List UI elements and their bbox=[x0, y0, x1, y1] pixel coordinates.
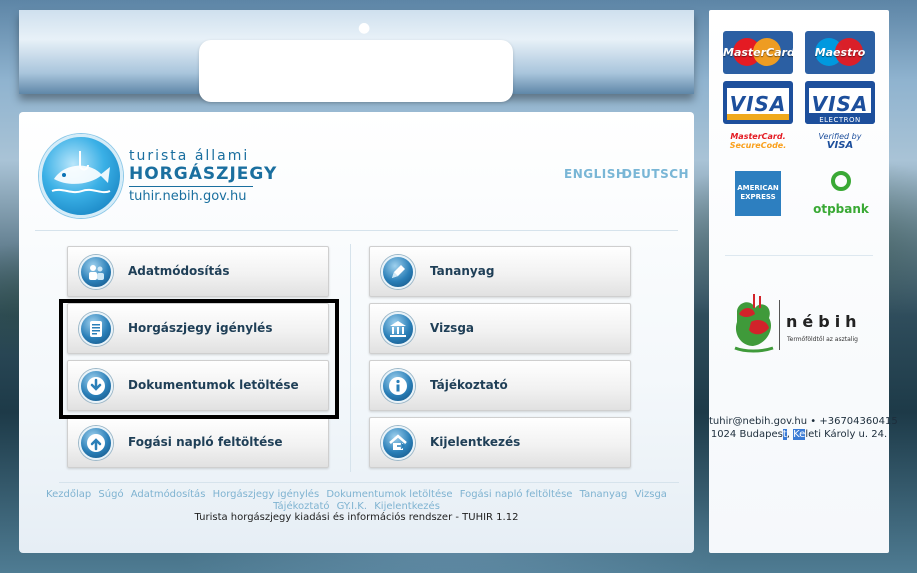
download-icon bbox=[79, 369, 113, 403]
lang-deutsch-link[interactable]: DEUTSCH bbox=[622, 167, 689, 181]
mastercard-securecode-logo: MasterCard. SecureCode. bbox=[723, 132, 793, 150]
verified-by-visa-logo: Verified by VISA bbox=[805, 132, 875, 151]
american-express-logo: AMERICAN EXPRESS bbox=[735, 171, 781, 216]
fish-logo-icon bbox=[39, 134, 123, 218]
footer-links: Kezdőlap Súgó Adatmódosítás Horgászjegy … bbox=[39, 489, 674, 513]
nebih-word: nébih bbox=[786, 312, 862, 331]
address-part-a: 1024 Budapes bbox=[710, 429, 783, 440]
footer-link-dokumentumok[interactable]: Dokumentumok letöltése bbox=[326, 489, 452, 500]
fogasi-naplo-feltoltese-button[interactable]: Fogási napló feltöltése bbox=[67, 417, 329, 468]
payment-sidebar: MasterCard Maestro VISA VISA ELECTRON Ma… bbox=[709, 10, 898, 553]
nebih-slogan: Termőföldtől az asztalig bbox=[787, 336, 858, 343]
visa-card-face: VISA bbox=[727, 88, 789, 120]
address-part-c: leti Károly u. 24. bbox=[805, 429, 888, 440]
adatmodositas-button[interactable]: Adatmódosítás bbox=[67, 246, 329, 297]
footer-link-gyik[interactable]: GY.I.K. bbox=[337, 501, 367, 512]
visa-gold-band bbox=[727, 114, 789, 120]
home-exit-icon bbox=[381, 426, 415, 460]
visa-electron-word: VISA bbox=[811, 92, 869, 116]
top-banner: ● bbox=[19, 10, 694, 102]
securecode-line1: MasterCard. bbox=[730, 132, 786, 141]
tananyag-button[interactable]: Tananyag bbox=[369, 246, 631, 297]
contact-address: 1024 Budapest, Keleti Károly u. 24. bbox=[709, 428, 889, 441]
verified-line2: VISA bbox=[826, 140, 854, 151]
nebih-logo: nébih Termőföldtől az asztalig bbox=[731, 292, 871, 362]
sidebar-divider bbox=[725, 255, 873, 256]
footer-link-vizsga[interactable]: Vizsga bbox=[635, 489, 667, 500]
upload-icon bbox=[79, 426, 113, 460]
column-divider bbox=[350, 244, 351, 472]
pin-icon: ● bbox=[358, 20, 371, 36]
amex-line1: AMERICAN bbox=[737, 184, 779, 192]
horgaszjegy-igenyles-label: Horgászjegy igénylés bbox=[128, 321, 273, 335]
document-icon bbox=[79, 312, 113, 346]
vizsga-label: Vizsga bbox=[430, 321, 475, 335]
maestro-logo: Maestro bbox=[805, 31, 875, 74]
tajekoztato-label: Tájékoztató bbox=[430, 378, 508, 392]
logo-rule bbox=[129, 186, 253, 187]
system-name: Turista horgászjegy kiadási és informáci… bbox=[194, 512, 519, 523]
nebih-separator bbox=[779, 300, 780, 350]
footer-link-fogasi-naplo[interactable]: Fogási napló feltöltése bbox=[460, 489, 573, 500]
horgaszjegy-igenyles-button[interactable]: Horgászjegy igénylés bbox=[67, 303, 329, 354]
footer-link-sugo[interactable]: Súgó bbox=[98, 489, 123, 500]
otp-mark-icon bbox=[831, 171, 851, 191]
tajekoztato-button[interactable]: Tájékoztató bbox=[369, 360, 631, 411]
footer-link-kezdolap[interactable]: Kezdőlap bbox=[46, 489, 91, 500]
kijelentkezes-label: Kijelentkezés bbox=[430, 435, 521, 449]
visa-word: VISA bbox=[729, 92, 787, 116]
header-divider bbox=[35, 230, 678, 231]
institution-icon bbox=[381, 312, 415, 346]
securecode-line2: SecureCode. bbox=[729, 141, 787, 150]
tananyag-label: Tananyag bbox=[430, 264, 495, 278]
dokumentumok-letoltese-button[interactable]: Dokumentumok letöltése bbox=[67, 360, 329, 411]
dokumentumok-letoltese-label: Dokumentumok letöltése bbox=[128, 378, 299, 392]
footer-link-tajekoztato[interactable]: Tájékoztató bbox=[273, 501, 329, 512]
kijelentkezes-button[interactable]: Kijelentkezés bbox=[369, 417, 631, 468]
vizsga-button[interactable]: Vizsga bbox=[369, 303, 631, 354]
nebih-emblem-icon bbox=[734, 294, 774, 353]
main-panel: turista állami HORGÁSZJEGY tuhir.nebih.g… bbox=[19, 112, 694, 553]
maestro-word: Maestro bbox=[814, 46, 866, 59]
mastercard-logo: MasterCard bbox=[723, 31, 793, 74]
pen-icon bbox=[381, 255, 415, 289]
footer-link-adatmodositas[interactable]: Adatmódosítás bbox=[131, 489, 206, 500]
otpbank-logo: otpbank bbox=[813, 169, 869, 219]
amex-line2: EXPRESS bbox=[740, 193, 776, 201]
info-icon bbox=[381, 369, 415, 403]
banner-placeholder bbox=[199, 40, 513, 102]
visa-electron-card-face: VISA bbox=[809, 88, 871, 116]
logo-text-line1: turista állami bbox=[129, 148, 250, 164]
footer-divider bbox=[59, 482, 679, 483]
fogasi-naplo-feltoltese-label: Fogási napló feltöltése bbox=[128, 435, 283, 449]
users-icon bbox=[79, 255, 113, 289]
visa-electron-logo: VISA ELECTRON bbox=[805, 81, 875, 124]
footer-link-tananyag[interactable]: Tananyag bbox=[580, 489, 628, 500]
adatmodositas-label: Adatmódosítás bbox=[128, 264, 230, 278]
address-selection-2: Ke bbox=[793, 429, 806, 440]
footer-link-kijelentkezes[interactable]: Kijelentkezés bbox=[374, 501, 440, 512]
site-logo[interactable]: turista állami HORGÁSZJEGY tuhir.nebih.g… bbox=[39, 134, 276, 218]
contact-email-phone: tuhir@nebih.gov.hu • +36704360415 bbox=[709, 416, 898, 427]
lang-english-link[interactable]: ENGLISH bbox=[564, 167, 626, 181]
contact-info: tuhir@nebih.gov.hu • +36704360415 1024 B… bbox=[709, 415, 898, 441]
footer-link-horgaszjegy-igenyles[interactable]: Horgászjegy igénylés bbox=[213, 489, 320, 500]
otp-word: otpbank bbox=[813, 202, 869, 216]
logo-text-line2: HORGÁSZJEGY bbox=[129, 164, 278, 184]
visa-electron-sub: ELECTRON bbox=[805, 116, 875, 124]
mastercard-word: MasterCard bbox=[723, 46, 793, 59]
visa-logo: VISA bbox=[723, 81, 793, 124]
logo-url: tuhir.nebih.gov.hu bbox=[129, 189, 247, 204]
